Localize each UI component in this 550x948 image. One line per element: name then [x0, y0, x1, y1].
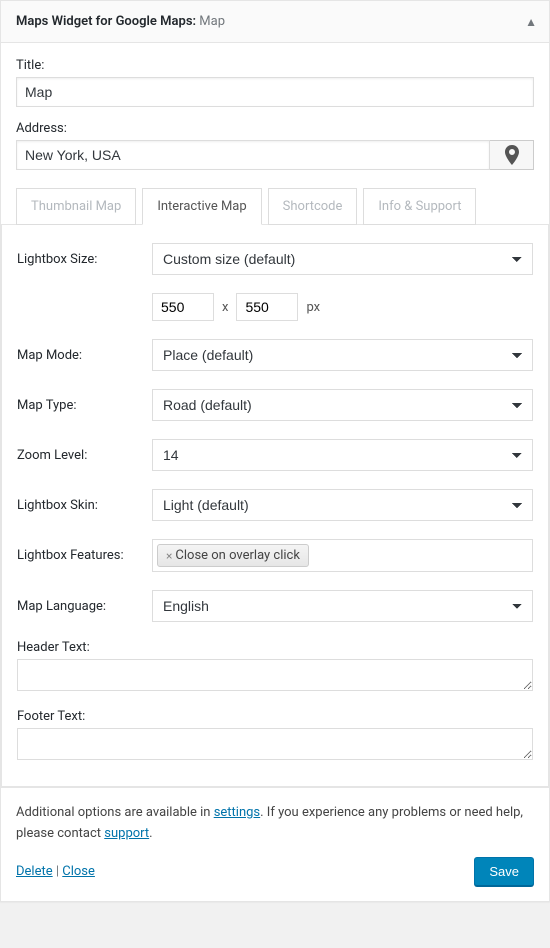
lightbox-size-custom-row: x px: [17, 293, 533, 321]
tab-shortcode[interactable]: Shortcode: [268, 188, 358, 225]
lightbox-size-select[interactable]: Custom size (default): [152, 243, 533, 275]
header-text-row: Header Text:: [17, 640, 533, 695]
header-text-label: Header Text:: [17, 640, 533, 655]
address-label: Address:: [16, 121, 534, 136]
feature-tag[interactable]: ×Close on overlay click: [157, 544, 309, 567]
lightbox-size-label: Lightbox Size:: [17, 252, 152, 267]
delete-link[interactable]: Delete: [16, 864, 53, 879]
lightbox-width-input[interactable]: [152, 293, 214, 321]
footer-text-row: Footer Text:: [17, 709, 533, 764]
widget-body: Title: Address: Thumbnail Map Interactiv…: [1, 43, 549, 225]
footer-links: Delete | Close: [16, 864, 95, 879]
lightbox-height-input[interactable]: [236, 293, 298, 321]
features-input[interactable]: ×Close on overlay click: [152, 539, 533, 572]
save-button[interactable]: Save: [474, 857, 534, 886]
map-mode-select[interactable]: Place (default): [152, 339, 533, 371]
zoom-select[interactable]: 14: [152, 439, 533, 471]
address-input[interactable]: [16, 140, 490, 170]
header-text-input[interactable]: [17, 659, 533, 691]
map-pin-icon: [504, 145, 520, 165]
features-label: Lightbox Features:: [17, 548, 152, 563]
widget-container: Maps Widget for Google Maps: Map ▲ Title…: [0, 0, 550, 902]
size-separator: x: [222, 300, 228, 315]
title-row: Title:: [16, 58, 534, 107]
widget-header[interactable]: Maps Widget for Google Maps: Map ▲: [1, 1, 549, 43]
skin-label: Lightbox Skin:: [17, 498, 152, 513]
features-row: Lightbox Features: ×Close on overlay cli…: [17, 539, 533, 572]
footer-help-text: Additional options are available in sett…: [16, 803, 534, 845]
map-mode-row: Map Mode: Place (default): [17, 339, 533, 371]
lightbox-size-row: Lightbox Size: Custom size (default): [17, 243, 533, 275]
tab-panel: Lightbox Size: Custom size (default) x p…: [1, 224, 549, 787]
zoom-row: Zoom Level: 14: [17, 439, 533, 471]
widget-title-main: Maps Widget for Google Maps:: [16, 14, 196, 29]
tab-interactive[interactable]: Interactive Map: [142, 188, 261, 225]
map-mode-label: Map Mode:: [17, 348, 152, 363]
language-select[interactable]: English: [152, 590, 533, 622]
address-row: Address:: [16, 121, 534, 170]
settings-link[interactable]: settings: [214, 805, 260, 820]
title-label: Title:: [16, 58, 534, 73]
language-row: Map Language: English: [17, 590, 533, 622]
tab-thumbnail[interactable]: Thumbnail Map: [16, 188, 136, 225]
zoom-label: Zoom Level:: [17, 448, 152, 463]
collapse-icon[interactable]: ▲: [513, 15, 549, 29]
map-type-select[interactable]: Road (default): [152, 389, 533, 421]
feature-tag-label: Close on overlay click: [175, 548, 300, 563]
footer-text-input[interactable]: [17, 728, 533, 760]
size-unit: px: [306, 300, 320, 315]
widget-title-sub: Map: [199, 14, 225, 29]
tab-info[interactable]: Info & Support: [363, 188, 476, 225]
footer-text-label: Footer Text:: [17, 709, 533, 724]
map-type-row: Map Type: Road (default): [17, 389, 533, 421]
remove-tag-icon[interactable]: ×: [166, 549, 172, 563]
widget-footer: Additional options are available in sett…: [1, 787, 549, 901]
title-input[interactable]: [16, 77, 534, 107]
language-label: Map Language:: [17, 599, 152, 614]
skin-select[interactable]: Light (default): [152, 489, 533, 521]
map-pin-button[interactable]: [490, 140, 534, 170]
close-link[interactable]: Close: [62, 864, 95, 879]
skin-row: Lightbox Skin: Light (default): [17, 489, 533, 521]
widget-title: Maps Widget for Google Maps: Map: [1, 1, 240, 42]
support-link[interactable]: support: [104, 826, 149, 841]
tab-bar: Thumbnail Map Interactive Map Shortcode …: [16, 188, 534, 225]
map-type-label: Map Type:: [17, 398, 152, 413]
